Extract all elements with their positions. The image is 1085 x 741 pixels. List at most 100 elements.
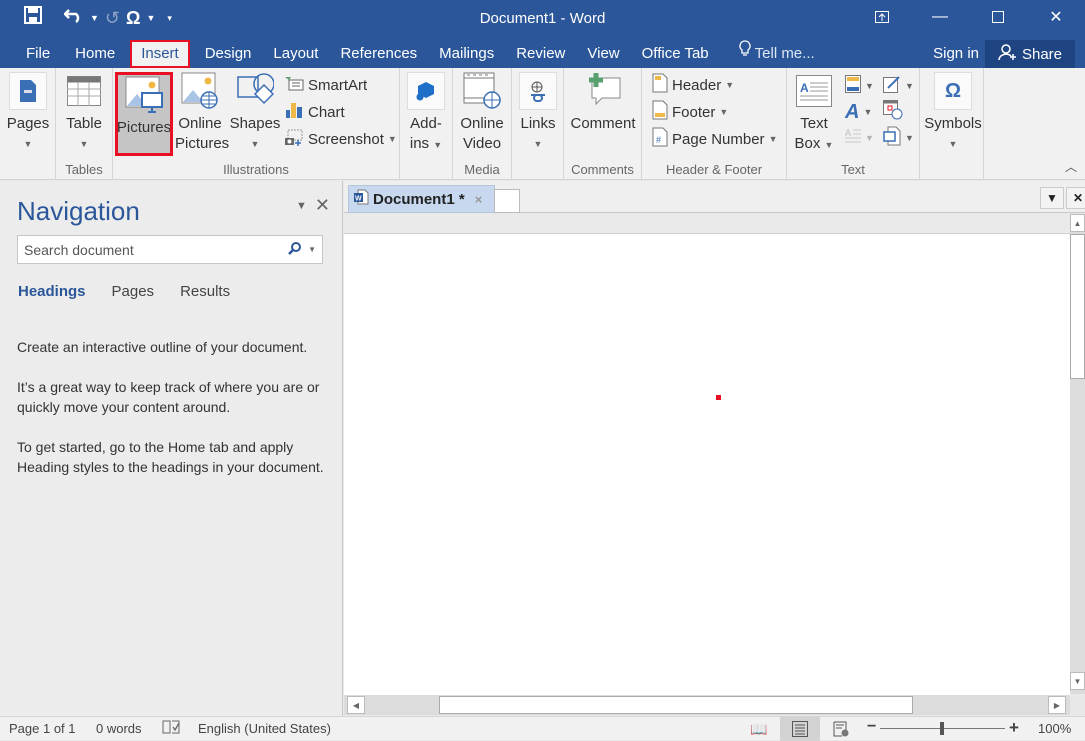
footer-icon [652, 100, 668, 124]
zoom-out-button[interactable]: − [867, 718, 876, 736]
text-box-button[interactable]: A Text Box ▼ [791, 72, 837, 155]
wordart-button[interactable]: A ▼ [845, 100, 872, 124]
scroll-right-icon[interactable]: ▶ [1048, 696, 1066, 714]
chevron-down-icon: ▼ [433, 140, 443, 150]
zoom-in-button[interactable]: + [1009, 718, 1019, 738]
word-count[interactable]: 0 words [96, 721, 142, 736]
document-page[interactable] [344, 234, 1070, 695]
group-pages: Pages ▼ [0, 68, 56, 180]
links-button[interactable]: Links ▼ [518, 72, 558, 154]
group-media: Online Video Media [453, 68, 512, 180]
tell-me-box[interactable]: Tell me... [728, 40, 826, 68]
tab-references[interactable]: References [329, 40, 428, 68]
nav-tab-pages[interactable]: Pages [112, 283, 155, 300]
smartart-icon [284, 75, 304, 95]
drop-cap-icon: A [845, 127, 861, 149]
horizontal-scroll-thumb[interactable] [439, 696, 913, 714]
scroll-up-icon[interactable]: ▲ [1070, 214, 1085, 232]
shapes-button[interactable]: Shapes ▼ [228, 72, 282, 154]
vertical-scroll-thumb[interactable] [1070, 234, 1085, 379]
smartart-button[interactable]: SmartArt [284, 73, 367, 97]
scroll-left-icon[interactable]: ◀ [347, 696, 365, 714]
quick-parts-button[interactable]: ▼ [845, 74, 874, 98]
search-document-input[interactable]: Search document ▼ [17, 235, 323, 264]
comment-button[interactable]: Comment [569, 72, 637, 134]
pictures-icon [125, 76, 163, 114]
online-video-button[interactable]: Online Video [457, 72, 507, 154]
zoom-slider-thumb[interactable] [940, 722, 944, 735]
vertical-scrollbar[interactable]: ▲ ▼ [1070, 214, 1085, 694]
share-label: Share [1021, 45, 1063, 63]
search-icon[interactable] [288, 241, 302, 258]
chevron-down-icon: ▼ [824, 140, 834, 150]
chevron-down-icon: ▼ [948, 139, 958, 149]
object-button[interactable]: ▼ [883, 126, 914, 150]
symbols-button[interactable]: Ω Symbols ▼ [924, 72, 982, 154]
group-label-tables: Tables [65, 162, 103, 177]
sign-in-link[interactable]: Sign in [933, 40, 979, 68]
minimize-icon[interactable]: — [911, 0, 969, 34]
print-layout-icon[interactable] [780, 717, 820, 741]
screenshot-button[interactable]: Screenshot ▼ [284, 127, 397, 151]
page-number-button[interactable]: # Page Number ▼ [652, 127, 777, 151]
tab-office-tab[interactable]: Office Tab [631, 40, 720, 68]
group-label-comments: Comments [571, 162, 634, 177]
pictures-button[interactable]: Pictures [115, 72, 173, 156]
page-number-icon: # [652, 127, 668, 151]
search-options-icon[interactable]: ▼ [308, 245, 316, 254]
proofing-icon[interactable] [162, 719, 182, 738]
close-tab-icon[interactable]: × [475, 192, 483, 207]
date-time-button[interactable] [883, 100, 903, 124]
text-box-icon: A [795, 72, 833, 110]
new-tab-button[interactable] [494, 189, 520, 213]
nav-tab-headings[interactable]: Headings [18, 283, 86, 300]
tab-view[interactable]: View [576, 40, 630, 68]
share-button[interactable]: Share [985, 40, 1075, 68]
tab-layout[interactable]: Layout [262, 40, 329, 68]
links-icon [519, 72, 557, 110]
help-paragraph: To get started, go to the Home tab and a… [17, 439, 324, 475]
addins-button[interactable]: Add- ins ▼ [406, 72, 446, 155]
close-pane-icon[interactable]: ✕ [315, 195, 330, 216]
pane-options-icon[interactable]: ▼ [296, 200, 307, 212]
horizontal-scrollbar[interactable]: ◀ ▶ [344, 695, 1070, 715]
collapse-ribbon-icon[interactable]: ︿ [1065, 158, 1077, 175]
document-tab[interactable]: W Document1 * × [348, 185, 495, 213]
footer-button[interactable]: Footer ▼ [652, 100, 728, 124]
maximize-icon[interactable] [969, 0, 1027, 34]
ribbon-tabs: File Home Insert Design Layout Reference… [0, 40, 826, 68]
omega-icon: Ω [934, 72, 972, 110]
group-links: Links ▼ [512, 68, 564, 180]
read-mode-icon[interactable]: 📖 [739, 717, 779, 741]
tab-review[interactable]: Review [505, 40, 576, 68]
zoom-level[interactable]: 100% [1038, 721, 1071, 736]
nav-tab-results[interactable]: Results [180, 283, 230, 300]
tab-file[interactable]: File [0, 40, 64, 68]
scroll-down-icon[interactable]: ▼ [1070, 672, 1085, 690]
chart-button[interactable]: Chart [284, 100, 345, 124]
addins-icon [407, 72, 445, 110]
tab-insert[interactable]: Insert [130, 40, 190, 68]
pages-button[interactable]: Pages ▼ [6, 72, 50, 154]
svg-text:#: # [656, 135, 661, 145]
tab-mailings[interactable]: Mailings [428, 40, 505, 68]
tab-home[interactable]: Home [64, 40, 126, 68]
online-pictures-button[interactable]: Online Pictures [175, 72, 229, 154]
web-layout-icon[interactable] [821, 717, 861, 741]
drop-cap-button[interactable]: A ▼ [845, 126, 874, 150]
table-button[interactable]: Table ▼ [61, 72, 107, 154]
tab-design[interactable]: Design [194, 40, 263, 68]
language[interactable]: English (United States) [198, 721, 331, 736]
header-button[interactable]: Header ▼ [652, 73, 734, 97]
close-icon[interactable]: ✕ [1027, 0, 1085, 34]
ribbon-display-options-icon[interactable] [853, 0, 911, 34]
navigation-title: Navigation [17, 196, 140, 226]
chevron-down-icon: ▼ [79, 139, 89, 149]
close-document-icon[interactable]: ✕ [1066, 187, 1085, 209]
signature-line-button[interactable]: ▼ [883, 74, 914, 98]
tab-list-dropdown-icon[interactable]: ▼ [1040, 187, 1064, 209]
chevron-down-icon: ▼ [768, 134, 778, 144]
page-count[interactable]: Page 1 of 1 [9, 721, 76, 736]
document-top-margin [344, 214, 1085, 234]
chevron-down-icon: ▼ [250, 139, 260, 149]
